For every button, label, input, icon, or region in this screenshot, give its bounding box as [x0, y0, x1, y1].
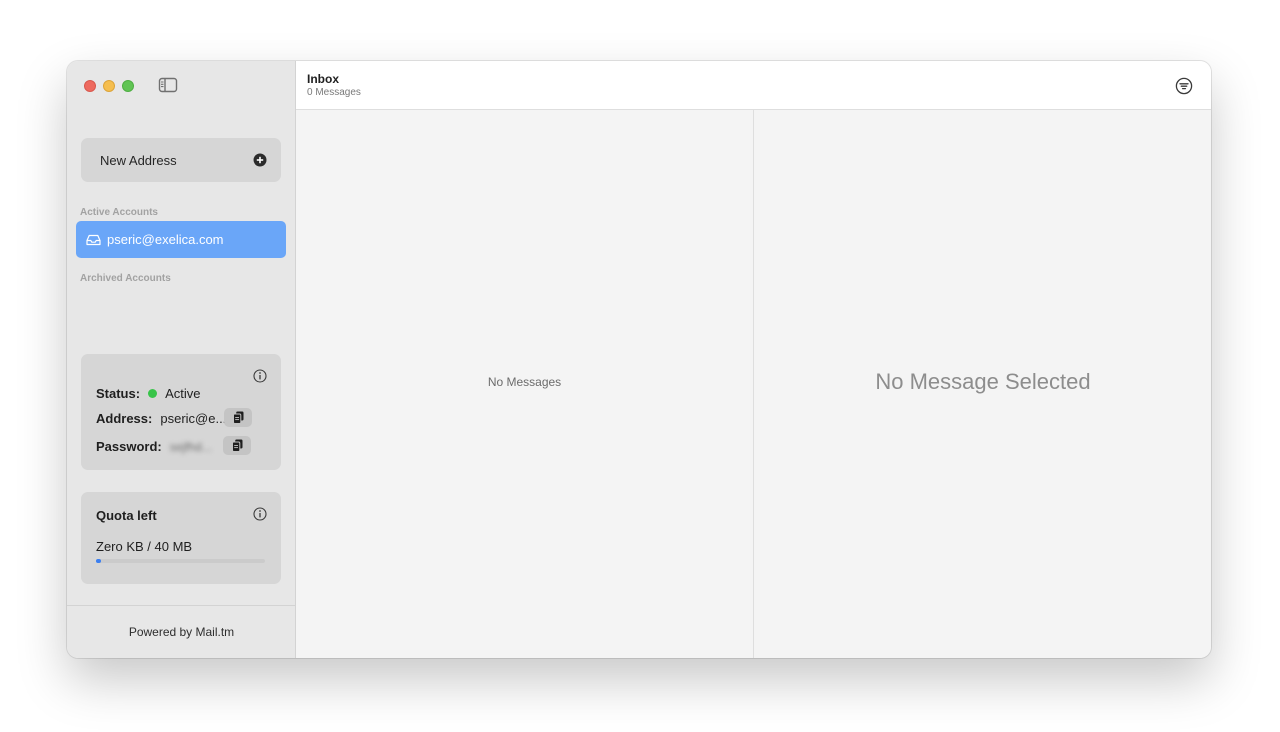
archived-accounts-label: Archived Accounts — [80, 273, 171, 284]
powered-by-footer: Powered by Mail.tm — [67, 605, 296, 658]
address-value: pseric@e... — [160, 411, 227, 426]
status-indicator — [148, 389, 158, 398]
address-row: Address: pseric@e... — [96, 411, 226, 426]
address-label: Address: — [96, 411, 153, 426]
status-row: Status: Active — [96, 386, 200, 401]
sidebar: New Address Active Accounts pseric@exeli… — [67, 61, 296, 658]
copy-icon — [232, 411, 243, 424]
powered-by-text: Powered by Mail.tm — [128, 625, 235, 639]
account-email: pseric@exelica.com — [107, 232, 224, 247]
quota-progress-bar — [96, 559, 265, 563]
inbox-header: Inbox 0 Messages — [296, 61, 1211, 110]
no-message-selected-text: No Message Selected — [875, 369, 1091, 394]
app-window: New Address Active Accounts pseric@exeli… — [67, 61, 1211, 658]
quota-text: Zero KB / 40 MB — [96, 539, 193, 554]
active-accounts-label: Active Accounts — [80, 207, 158, 218]
quota-card: Quota left Zero KB / 40 MB — [81, 492, 281, 584]
no-messages-text: No Messages — [487, 375, 562, 389]
account-status-card: Status: Active Address: pseric@e... Pass… — [81, 354, 281, 470]
quota-title: Quota left — [96, 508, 157, 523]
minimize-window-button[interactable] — [103, 80, 115, 92]
plus-circle-icon — [253, 153, 267, 167]
account-item-pseric[interactable]: pseric@exelica.com — [76, 221, 286, 258]
close-window-button[interactable] — [84, 80, 96, 92]
traffic-lights — [84, 80, 134, 92]
inbox-tray-icon — [86, 234, 101, 245]
maximize-window-button[interactable] — [122, 80, 134, 92]
password-row: Password: sejfhd... — [96, 439, 212, 454]
sidebar-icon — [158, 77, 178, 93]
message-list-pane: No Messages — [296, 110, 754, 658]
sidebar-toggle-button[interactable] — [158, 77, 178, 93]
copy-password-button[interactable] — [223, 436, 251, 455]
copy-icon — [231, 439, 242, 452]
status-value: Active — [165, 386, 201, 401]
password-value: sejfhd... — [169, 439, 212, 454]
message-count: 0 Messages — [307, 87, 361, 98]
status-label: Status: — [96, 386, 141, 401]
password-label: Password: — [96, 439, 162, 454]
page-title: Inbox — [307, 72, 339, 86]
copy-address-button[interactable] — [224, 408, 252, 427]
info-circle-icon[interactable] — [253, 369, 267, 383]
filter-circle-icon[interactable] — [1175, 77, 1193, 95]
new-address-button[interactable]: New Address — [81, 138, 281, 182]
info-circle-icon[interactable] — [253, 507, 267, 521]
new-address-label: New Address — [100, 152, 177, 168]
quota-progress-fill — [96, 559, 101, 563]
message-detail-pane: No Message Selected — [755, 110, 1211, 658]
